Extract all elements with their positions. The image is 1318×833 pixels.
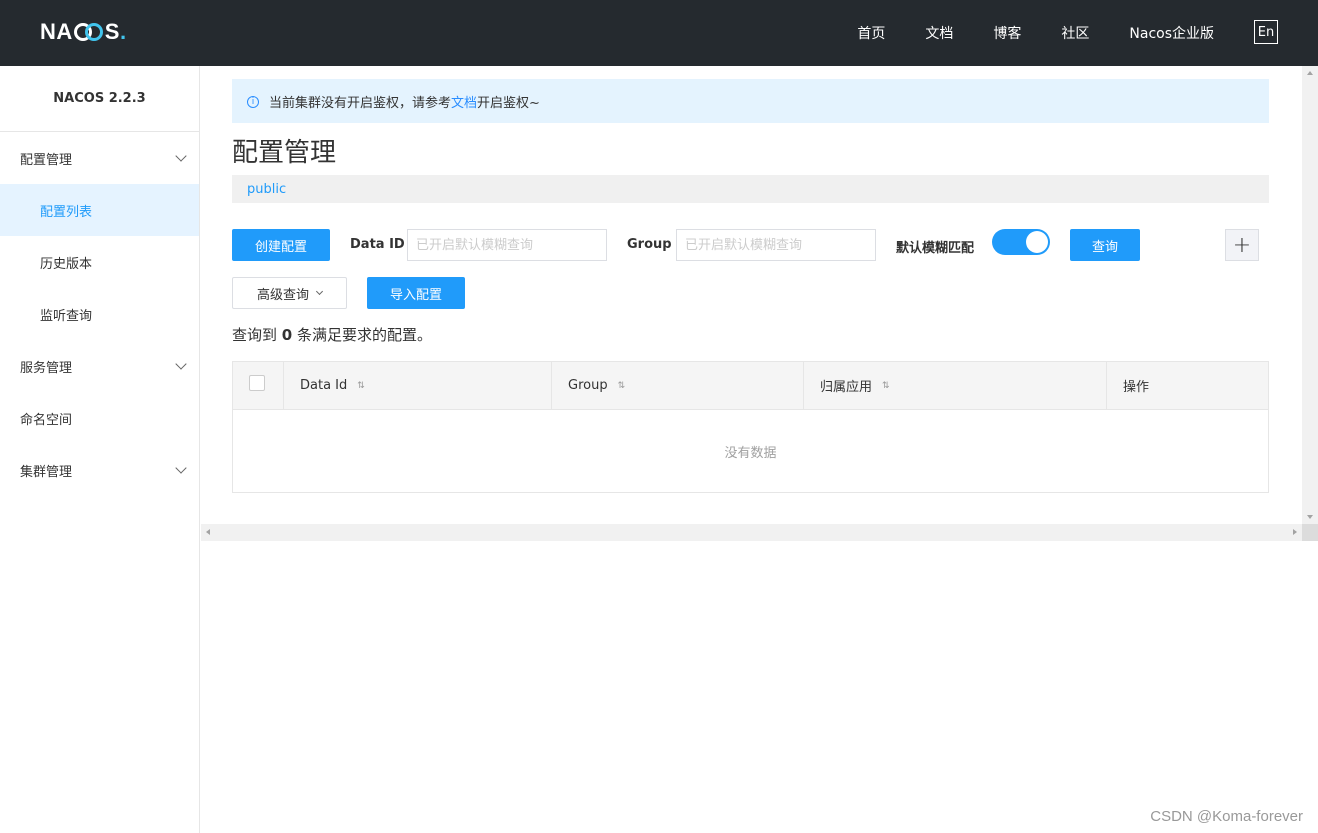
- chevron-down-icon: [315, 287, 324, 296]
- top-nav: 首页 文档 博客 社区 Nacos企业版: [857, 0, 1214, 66]
- nav-home[interactable]: 首页: [857, 23, 885, 43]
- column-label: Data Id: [300, 378, 348, 393]
- data-id-input[interactable]: [407, 229, 607, 261]
- sidebar-item-config-management[interactable]: 配置管理: [0, 132, 199, 184]
- group-label: Group: [627, 237, 672, 252]
- result-suffix: 条满足要求的配置。: [297, 326, 433, 344]
- column-label: 归属应用: [820, 380, 873, 395]
- logo-dot: .: [119, 19, 127, 44]
- result-count: 0: [281, 326, 293, 344]
- top-header: NA S . 首页 文档 博客 社区 Nacos企业版 En: [0, 0, 1318, 66]
- page-title: 配置管理: [232, 138, 337, 168]
- scroll-right-icon[interactable]: [1293, 529, 1297, 535]
- fuzzy-match-label: 默认模糊匹配: [896, 241, 975, 256]
- column-label: Group: [568, 378, 608, 393]
- sidebar-item-label: 配置列表: [40, 204, 93, 220]
- column-data-id[interactable]: Data Id ⇅: [284, 362, 552, 409]
- nav-community[interactable]: 社区: [1061, 23, 1089, 43]
- sidebar-item-label: 监听查询: [40, 308, 93, 324]
- fuzzy-match-toggle[interactable]: [992, 229, 1050, 255]
- sidebar-item-label: 集群管理: [20, 464, 73, 480]
- scroll-down-icon[interactable]: [1307, 515, 1313, 519]
- column-actions: 操作: [1107, 362, 1268, 409]
- logo-rings-icon: [73, 22, 104, 42]
- info-icon: i: [247, 96, 259, 108]
- data-id-label: Data ID: [350, 237, 405, 252]
- toggle-knob: [1026, 231, 1048, 253]
- sidebar-item-namespace[interactable]: 命名空间: [0, 392, 199, 444]
- nav-enterprise[interactable]: Nacos企业版: [1129, 23, 1214, 43]
- sidebar-item-history[interactable]: 历史版本: [0, 236, 199, 288]
- sidebar: NACOS 2.2.3 配置管理 配置列表 历史版本 监听查询 服务管理 命名空…: [0, 66, 200, 833]
- sidebar-item-config-list[interactable]: 配置列表: [0, 184, 199, 236]
- sidebar-item-listener-query[interactable]: 监听查询: [0, 288, 199, 340]
- plus-icon[interactable]: +: [1225, 229, 1259, 261]
- sort-icon[interactable]: ⇅: [618, 381, 626, 391]
- vertical-scrollbar[interactable]: [1302, 66, 1318, 524]
- version-label: NACOS 2.2.3: [0, 66, 199, 132]
- column-group[interactable]: Group ⇅: [552, 362, 804, 409]
- horizontal-scrollbar[interactable]: [201, 524, 1302, 541]
- nacos-logo[interactable]: NA S .: [40, 19, 127, 45]
- language-switch-button[interactable]: En: [1254, 20, 1278, 44]
- advanced-query-button[interactable]: 高级查询: [232, 277, 347, 309]
- notice-docs-link[interactable]: 文档: [451, 92, 477, 111]
- notice-text: 当前集群没有开启鉴权，请参考: [269, 95, 452, 111]
- select-all-column: [233, 362, 284, 409]
- sort-icon[interactable]: ⇅: [357, 381, 365, 391]
- namespace-bar: public: [232, 175, 1269, 203]
- main-content: i 当前集群没有开启鉴权，请参考 文档 开启鉴权~ 配置管理 public 创建…: [201, 66, 1302, 524]
- result-prefix: 查询到: [232, 326, 278, 344]
- logo-text-right: S: [104, 19, 120, 44]
- sidebar-item-label: 历史版本: [40, 256, 93, 272]
- chevron-down-icon: [175, 462, 187, 474]
- advanced-query-label: 高级查询: [256, 287, 309, 303]
- sidebar-item-cluster-management[interactable]: 集群管理: [0, 444, 199, 496]
- namespace-public[interactable]: public: [247, 182, 286, 197]
- nav-docs[interactable]: 文档: [925, 23, 953, 43]
- notice-text-end: 开启鉴权~: [477, 95, 540, 111]
- import-config-button[interactable]: 导入配置: [367, 277, 465, 309]
- sidebar-item-label: 配置管理: [20, 152, 73, 168]
- column-label: 操作: [1123, 380, 1150, 395]
- auth-notice: i 当前集群没有开启鉴权，请参考 文档 开启鉴权~: [232, 79, 1269, 123]
- watermark: CSDN @Koma-forever: [1150, 808, 1303, 825]
- group-input[interactable]: [676, 229, 876, 261]
- result-summary: 查询到 0 条满足要求的配置。: [232, 324, 432, 345]
- sidebar-item-label: 服务管理: [20, 360, 73, 376]
- create-config-button[interactable]: 创建配置: [232, 229, 330, 261]
- query-button[interactable]: 查询: [1070, 229, 1140, 261]
- nav-blog[interactable]: 博客: [993, 23, 1021, 43]
- config-table: Data Id ⇅ Group ⇅ 归属应用 ⇅ 操作 没有数据: [232, 361, 1269, 493]
- column-app[interactable]: 归属应用 ⇅: [804, 362, 1107, 409]
- sort-icon[interactable]: ⇅: [882, 381, 890, 391]
- scroll-up-icon[interactable]: [1307, 71, 1313, 75]
- chevron-down-icon: [175, 150, 187, 162]
- scrollbar-corner: [1302, 524, 1318, 541]
- table-header: Data Id ⇅ Group ⇅ 归属应用 ⇅ 操作: [233, 362, 1268, 410]
- logo-text-left: NA: [40, 19, 73, 44]
- sidebar-item-label: 命名空间: [20, 412, 73, 428]
- select-all-checkbox[interactable]: [249, 375, 265, 391]
- chevron-down-icon: [175, 358, 187, 370]
- scroll-left-icon[interactable]: [206, 529, 210, 535]
- sidebar-item-service-management[interactable]: 服务管理: [0, 340, 199, 392]
- empty-state: 没有数据: [724, 445, 777, 461]
